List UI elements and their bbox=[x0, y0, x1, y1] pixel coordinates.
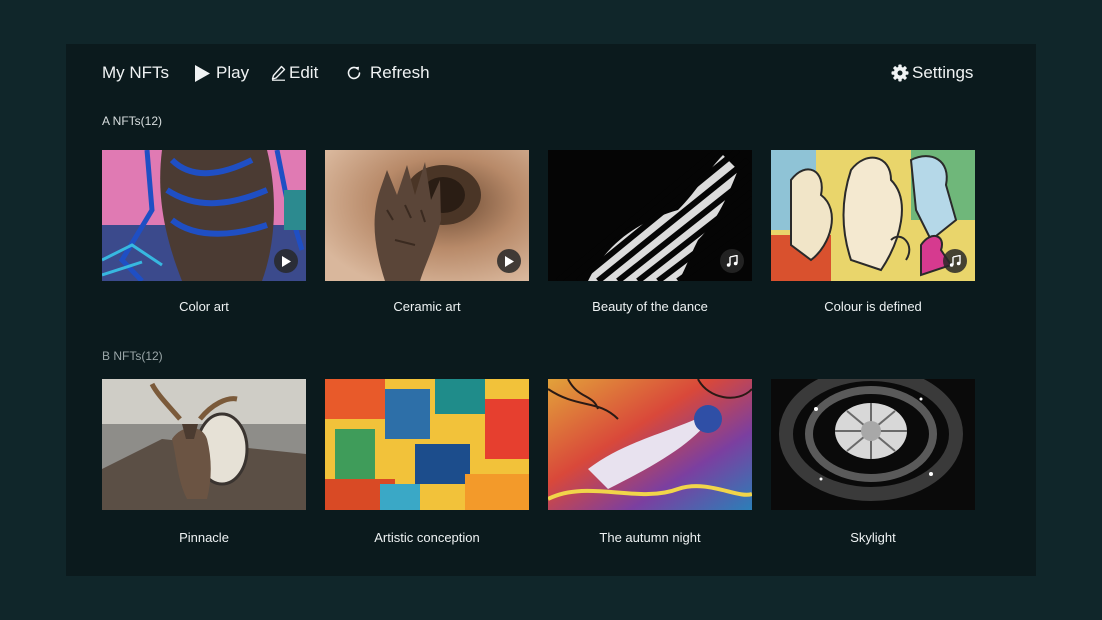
edit-button[interactable]: Edit bbox=[271, 62, 318, 84]
nft-thumbnail bbox=[102, 150, 306, 281]
toolbar: My NFTs Play Edit Refresh Settings bbox=[66, 44, 1036, 100]
refresh-label: Refresh bbox=[370, 63, 430, 82]
nft-card-beauty-of-the-dance[interactable]: Beauty of the dance bbox=[548, 150, 752, 314]
music-badge[interactable] bbox=[720, 249, 744, 273]
nft-card-the-autumn-night[interactable]: The autumn night bbox=[548, 379, 752, 545]
music-badge[interactable] bbox=[943, 249, 967, 273]
nft-title: Color art bbox=[179, 299, 229, 314]
play-icon bbox=[505, 255, 514, 267]
settings-button[interactable]: Settings bbox=[891, 62, 973, 84]
play-label: Play bbox=[216, 63, 250, 82]
nft-card-color-art[interactable]: Color art bbox=[102, 150, 306, 314]
refresh-button[interactable]: Refresh bbox=[346, 62, 430, 84]
nft-card-pinnacle[interactable]: Pinnacle bbox=[102, 379, 306, 545]
play-badge[interactable] bbox=[497, 249, 521, 273]
my-nfts-label: My NFTs bbox=[102, 63, 170, 82]
refresh-icon bbox=[347, 66, 361, 80]
music-note-icon bbox=[726, 255, 738, 267]
nft-title: Pinnacle bbox=[179, 530, 229, 545]
nft-card-ceramic-art[interactable]: Ceramic art bbox=[325, 150, 529, 314]
nft-thumbnail bbox=[548, 150, 752, 281]
nft-card-artistic-conception[interactable]: Artistic conception bbox=[325, 379, 529, 545]
nft-thumbnail bbox=[771, 150, 975, 281]
nft-title: Beauty of the dance bbox=[592, 299, 708, 314]
nft-card-colour-is-defined[interactable]: Colour is defined bbox=[771, 150, 975, 314]
nft-thumbnail bbox=[325, 379, 529, 510]
play-button[interactable]: Play bbox=[194, 62, 249, 84]
music-note-icon bbox=[949, 255, 961, 267]
nft-card-skylight[interactable]: Skylight bbox=[771, 379, 975, 545]
nft-thumbnail bbox=[771, 379, 975, 510]
pencil-icon bbox=[271, 65, 286, 81]
nft-title: Skylight bbox=[850, 530, 896, 545]
nft-thumbnail bbox=[102, 379, 306, 510]
section-a-title: A NFTs(12) bbox=[102, 114, 163, 128]
nft-title: Colour is defined bbox=[824, 299, 922, 314]
my-nfts-tab[interactable]: My NFTs bbox=[102, 62, 169, 84]
nft-panel: My NFTs Play Edit Refresh Settings A NFT… bbox=[66, 44, 1036, 576]
edit-label: Edit bbox=[289, 63, 319, 82]
nft-title: Artistic conception bbox=[374, 530, 480, 545]
play-icon bbox=[195, 64, 210, 82]
gear-icon bbox=[891, 64, 909, 82]
nft-title: Ceramic art bbox=[393, 299, 461, 314]
nft-thumbnail bbox=[548, 379, 752, 510]
play-badge[interactable] bbox=[274, 249, 298, 273]
nft-thumbnail bbox=[325, 150, 529, 281]
nft-title: The autumn night bbox=[599, 530, 701, 545]
play-icon bbox=[282, 255, 291, 267]
section-b-title: B NFTs(12) bbox=[102, 349, 163, 363]
settings-label: Settings bbox=[912, 63, 974, 82]
